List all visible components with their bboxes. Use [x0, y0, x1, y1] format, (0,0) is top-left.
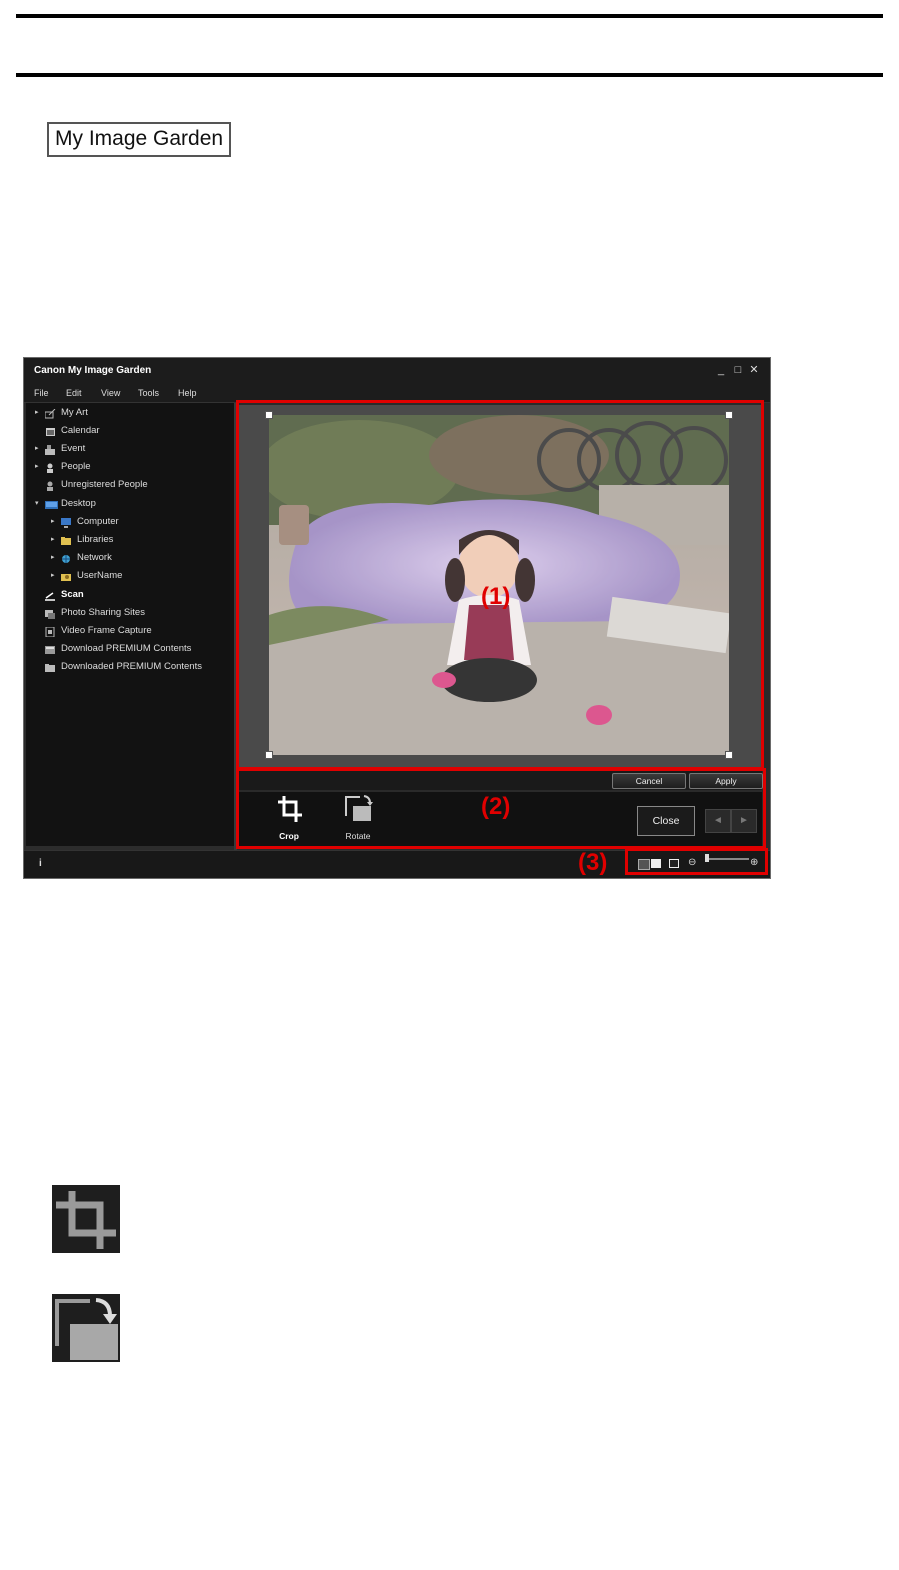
folder-icon [45, 662, 56, 672]
title-bar: Canon My Image Garden _ □ ✕ [24, 358, 770, 384]
people-icon [45, 462, 56, 473]
sidebar-item-label: Computer [77, 516, 119, 527]
expand-arrow-icon[interactable]: ▸ [51, 567, 59, 585]
sidebar-item-label: Desktop [61, 498, 96, 509]
sidebar-item-label: Calendar [61, 425, 100, 436]
expand-arrow-icon[interactable]: ▸ [35, 458, 43, 476]
sidebar-item-label: Photo Sharing Sites [61, 607, 145, 618]
sidebar-item-label: Network [77, 552, 112, 563]
callout-box-3 [625, 848, 768, 875]
desktop-icon [45, 499, 58, 509]
folder-icon [61, 535, 72, 545]
menu-tools[interactable]: Tools [138, 388, 159, 398]
sidebar-item-label: Libraries [77, 534, 114, 545]
download-icon [45, 644, 56, 654]
crop-icon [52, 1185, 120, 1253]
photo-sharing-icon [45, 608, 56, 619]
sidebar-item-label: Event [61, 443, 86, 454]
user-folder-icon [61, 571, 72, 581]
sidebar: ▸ My Art Calendar ▸ Event ▸ People Unreg… [26, 403, 234, 850]
top-rule [16, 14, 883, 18]
sidebar-item-label: Download PREMIUM Contents [61, 643, 192, 654]
rotate-icon [52, 1294, 120, 1362]
sidebar-item-label: Video Frame Capture [61, 625, 152, 636]
section-rule [16, 73, 883, 77]
window-title: Canon My Image Garden [34, 365, 152, 376]
menu-file[interactable]: File [34, 388, 49, 398]
my-art-icon [44, 408, 56, 419]
collapse-arrow-icon[interactable]: ▾ [35, 495, 43, 513]
video-frame-icon [45, 626, 56, 638]
scan-icon [45, 590, 56, 601]
expand-arrow-icon[interactable]: ▸ [51, 531, 59, 549]
menu-view[interactable]: View [101, 388, 120, 398]
app-name-badge: My Image Garden [47, 122, 232, 157]
sidebar-item-label: Scan [61, 589, 84, 600]
sidebar-item-label: My Art [61, 407, 88, 418]
minimize-icon[interactable]: _ [715, 364, 727, 376]
expand-arrow-icon[interactable]: ▸ [51, 513, 59, 531]
event-icon [45, 444, 56, 455]
callout-label-3: (3) [578, 849, 608, 876]
calendar-icon [45, 426, 56, 436]
maximize-icon[interactable]: □ [732, 364, 744, 376]
expand-arrow-icon[interactable]: ▸ [51, 549, 59, 567]
sidebar-item-label: Downloaded PREMIUM Contents [61, 661, 202, 672]
sidebar-item-label: People [61, 461, 91, 472]
expand-arrow-icon[interactable]: ▸ [35, 440, 43, 458]
sidebar-item-label: UserName [77, 570, 123, 581]
callout-label-2: (2) [481, 793, 511, 820]
network-icon [61, 553, 72, 563]
callout-label-1: (1) [481, 583, 511, 610]
expand-arrow-icon[interactable]: ▸ [35, 404, 43, 422]
person-icon [45, 480, 56, 491]
menu-help[interactable]: Help [178, 388, 197, 398]
menu-edit[interactable]: Edit [66, 388, 82, 398]
close-icon[interactable]: ✕ [748, 364, 760, 376]
computer-icon [61, 517, 72, 528]
sidebar-item-label: Unregistered People [61, 479, 148, 490]
info-icon[interactable]: i [39, 858, 42, 869]
